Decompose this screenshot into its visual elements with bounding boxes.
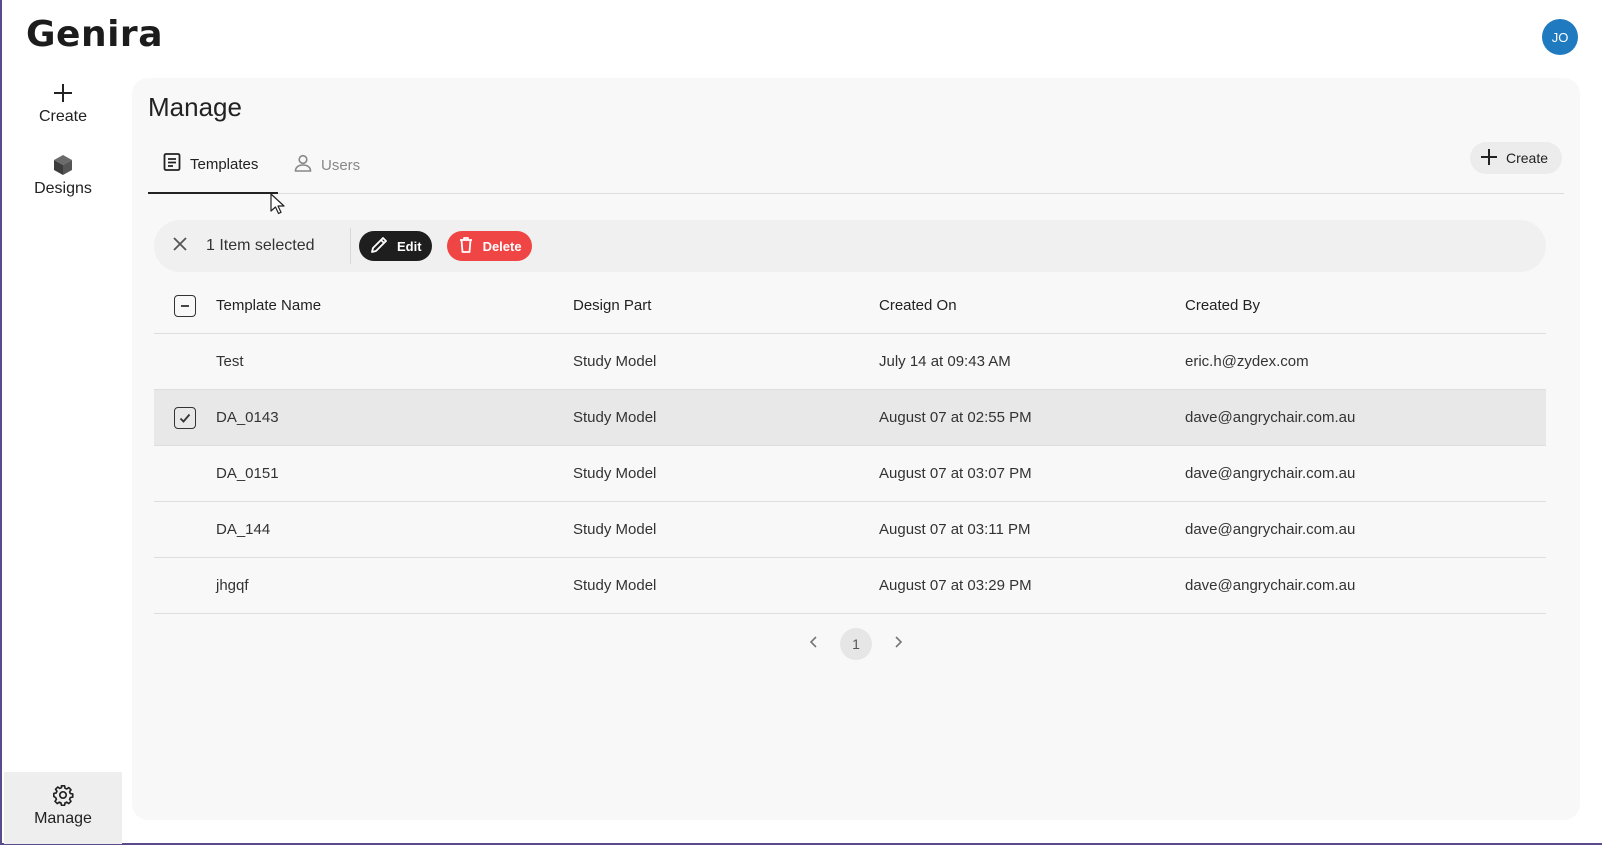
design-part-cell: Study Model: [573, 465, 657, 482]
tab-users[interactable]: Users: [293, 136, 360, 194]
pencil-icon: [369, 235, 389, 258]
selection-bar: 1 Item selected Edit Delete: [154, 220, 1546, 272]
mouse-cursor-icon: [270, 193, 286, 220]
delete-label: Delete: [482, 238, 522, 254]
created-by-cell: dave@angrychair.com.au: [1185, 521, 1356, 538]
design-part-cell: Study Model: [573, 521, 657, 538]
templates-table: Template Name Design Part Created On Cre…: [154, 278, 1546, 614]
sidebar-item-designs[interactable]: Designs: [4, 152, 122, 198]
sidebar-item-create[interactable]: Create: [4, 80, 122, 126]
column-header-design-part[interactable]: Design Part: [573, 297, 879, 314]
table-header-row: Template Name Design Part Created On Cre…: [154, 278, 1546, 334]
table-row[interactable]: Test Study Model July 14 at 09:43 AM eri…: [154, 334, 1546, 390]
select-all-checkbox[interactable]: [174, 294, 196, 317]
design-part-cell: Study Model: [573, 577, 657, 594]
trash-icon: [457, 236, 475, 257]
user-icon: [293, 153, 313, 177]
document-list-icon: [162, 152, 182, 176]
column-header-created-by[interactable]: Created By: [1185, 297, 1546, 314]
tab-templates[interactable]: Templates: [148, 136, 278, 194]
row-checkbox[interactable]: [174, 406, 196, 429]
plus-icon: [52, 80, 74, 106]
template-name-cell: DA_144: [216, 521, 271, 538]
sidebar-item-manage[interactable]: Manage: [4, 772, 122, 844]
divider: [350, 228, 351, 264]
plus-icon: [1480, 148, 1498, 169]
template-name-cell: jhgqf: [216, 577, 249, 594]
created-on-cell: August 07 at 03:29 PM: [879, 577, 1032, 594]
create-label: Create: [1505, 150, 1548, 166]
created-by-cell: dave@angrychair.com.au: [1185, 465, 1356, 482]
edit-label: Edit: [397, 238, 422, 254]
app-logo: Genira: [26, 14, 163, 55]
sidebar-item-label: Create: [38, 108, 88, 125]
user-avatar[interactable]: JO: [1542, 19, 1578, 55]
created-on-cell: August 07 at 03:07 PM: [879, 465, 1032, 482]
created-by-cell: eric.h@zydex.com: [1185, 353, 1309, 370]
created-by-cell: dave@angrychair.com.au: [1185, 577, 1356, 594]
table-row[interactable]: DA_0151 Study Model August 07 at 03:07 P…: [154, 446, 1546, 502]
sidebar-item-label: Designs: [34, 180, 92, 197]
gear-icon: [52, 782, 74, 808]
created-by-cell: dave@angrychair.com.au: [1185, 409, 1356, 426]
template-name-cell: DA_0151: [216, 465, 279, 482]
next-page-button[interactable]: [886, 628, 910, 660]
tab-bar: Templates Users: [148, 136, 1564, 194]
edit-button[interactable]: Edit: [359, 231, 432, 261]
table-row[interactable]: DA_0143 Study Model August 07 at 02:55 P…: [154, 390, 1546, 446]
table-row[interactable]: jhgqf Study Model August 07 at 03:29 PM …: [154, 558, 1546, 614]
design-part-cell: Study Model: [573, 409, 657, 426]
cube-icon: [53, 152, 73, 178]
created-on-cell: August 07 at 03:11 PM: [879, 521, 1031, 538]
created-on-cell: August 07 at 02:55 PM: [879, 409, 1032, 426]
page-title: Manage: [148, 92, 242, 122]
template-name-cell: DA_0143: [216, 409, 279, 426]
pagination: 1: [132, 628, 1580, 660]
selection-count: 1 Item selected: [206, 237, 315, 254]
tab-label: Users: [321, 156, 361, 174]
clear-selection-button[interactable]: [154, 220, 206, 272]
chevron-left-icon: [809, 635, 819, 653]
tab-label: Templates: [190, 155, 259, 173]
previous-page-button[interactable]: [802, 628, 826, 660]
column-header-template-name[interactable]: Template Name: [216, 297, 573, 314]
table-row[interactable]: DA_144 Study Model August 07 at 03:11 PM…: [154, 502, 1546, 558]
created-on-cell: July 14 at 09:43 AM: [879, 353, 1011, 370]
page-number[interactable]: 1: [840, 628, 872, 660]
design-part-cell: Study Model: [573, 353, 657, 370]
close-icon: [172, 236, 188, 257]
column-header-created-on[interactable]: Created On: [879, 297, 1185, 314]
main-panel: Manage Templates Users Create 1 Item sel…: [132, 78, 1580, 820]
chevron-right-icon: [893, 635, 903, 653]
template-name-cell: Test: [216, 353, 244, 370]
delete-button[interactable]: Delete: [446, 231, 532, 261]
sidebar-item-label: Manage: [34, 810, 92, 827]
create-template-button[interactable]: Create: [1469, 142, 1562, 174]
